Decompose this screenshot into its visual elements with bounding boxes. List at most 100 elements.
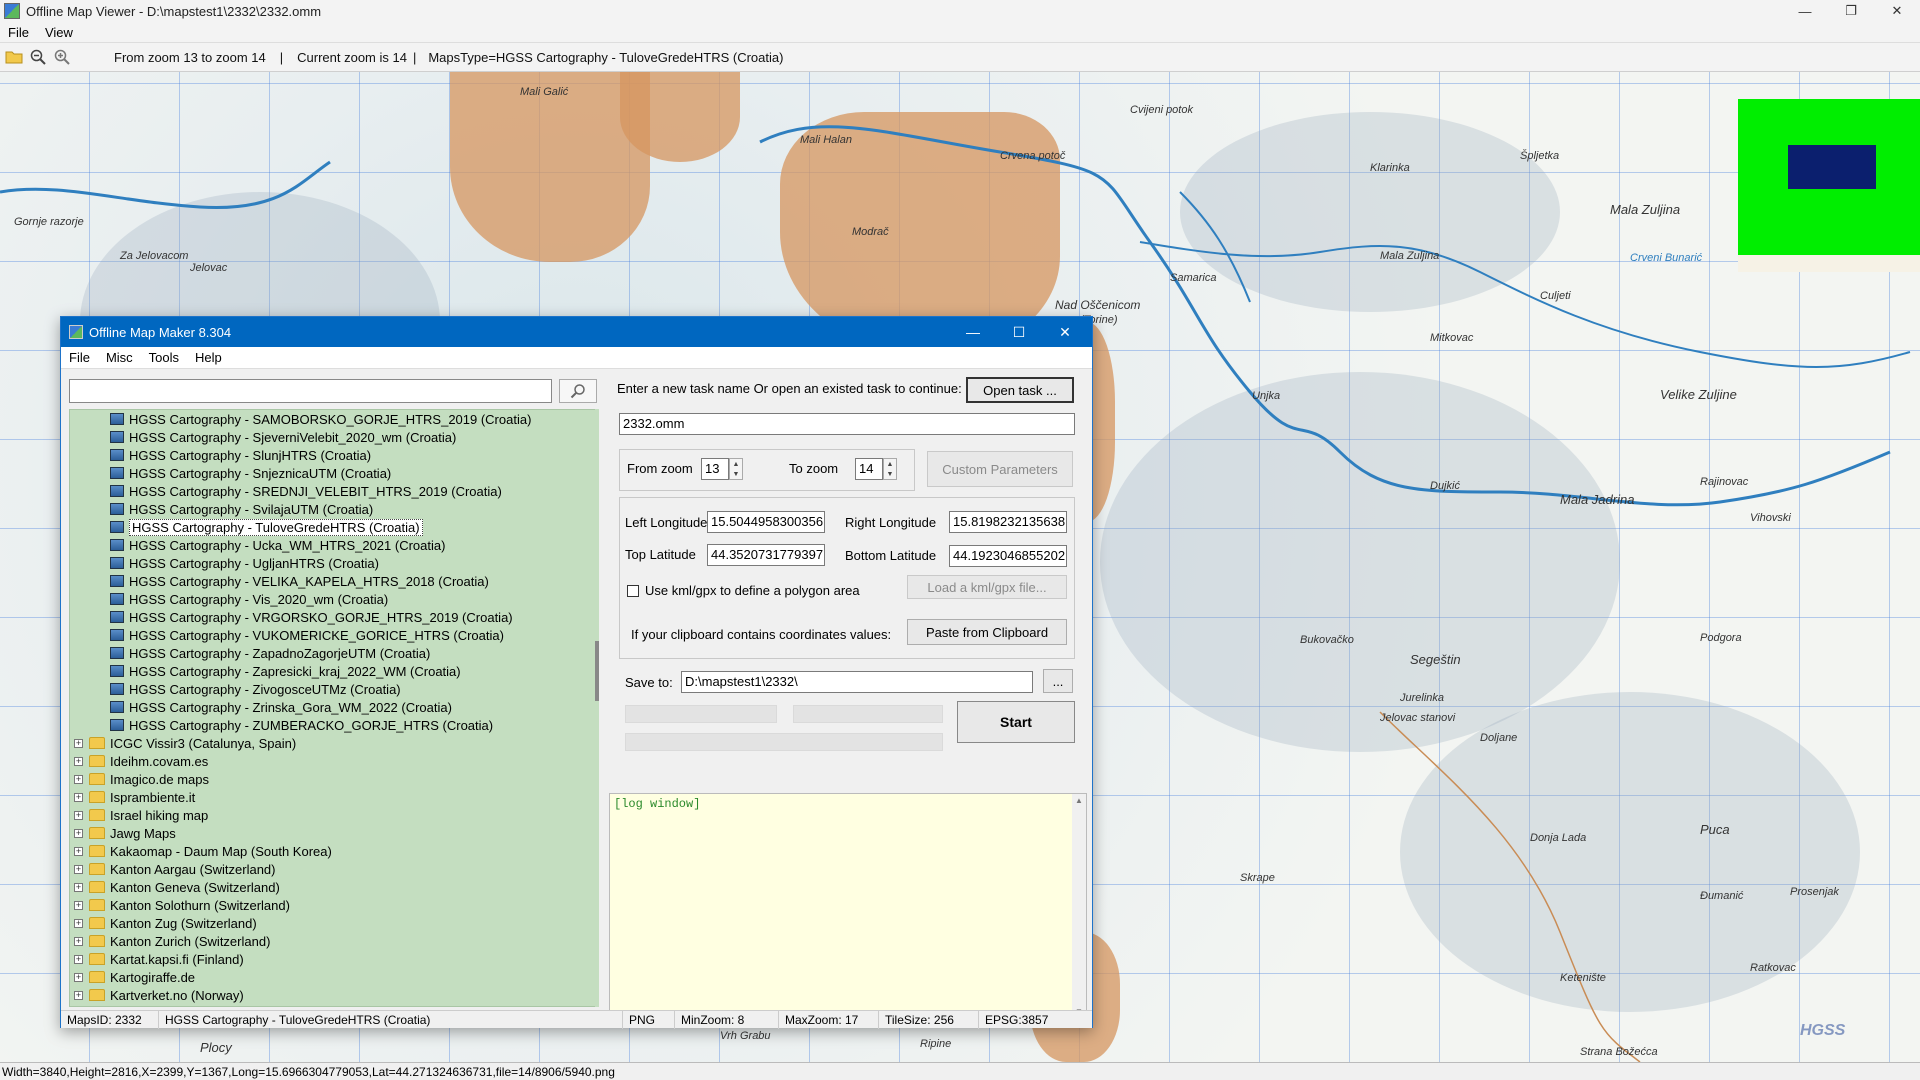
overview-minimap[interactable]: [1738, 99, 1920, 255]
tree-map-item[interactable]: HGSS Cartography - SlunjHTRS (Croatia): [70, 446, 598, 464]
left-longitude-input[interactable]: 15.5044958300356: [707, 511, 825, 533]
maximize-button[interactable]: ❐: [1828, 0, 1874, 22]
zoom-out-icon[interactable]: [28, 47, 48, 67]
tree-group-item[interactable]: + Kanton Geneva (Switzerland): [70, 878, 598, 896]
tree-scroll-thumb[interactable]: [595, 641, 599, 701]
to-zoom-input[interactable]: 14: [855, 458, 883, 480]
expand-icon[interactable]: +: [74, 756, 83, 766]
expand-icon[interactable]: +: [74, 954, 83, 964]
tree-map-item[interactable]: HGSS Cartography - SREDNJI_VELEBIT_HTRS_…: [70, 482, 598, 500]
dialog-menu-help[interactable]: Help: [187, 350, 230, 365]
dialog-close-button[interactable]: ✕: [1042, 317, 1088, 347]
minimize-button[interactable]: —: [1782, 0, 1828, 22]
expand-icon[interactable]: +: [74, 810, 83, 820]
from-zoom-spinner[interactable]: ▲ ▼: [729, 458, 743, 480]
tree-map-item[interactable]: HGSS Cartography - ZapadnoZagorjeUTM (Cr…: [70, 644, 598, 662]
expand-icon[interactable]: +: [74, 882, 83, 892]
expand-icon[interactable]: +: [74, 864, 83, 874]
tree-group-item[interactable]: + ICGC Vissir3 (Catalunya, Spain): [70, 734, 598, 752]
scroll-up-icon[interactable]: ▲: [1075, 796, 1083, 805]
tree-map-item[interactable]: HGSS Cartography - SjeverniVelebit_2020_…: [70, 428, 598, 446]
expand-icon[interactable]: +: [74, 792, 83, 802]
tree-map-item[interactable]: HGSS Cartography - TuloveGredeHTRS (Croa…: [70, 518, 598, 536]
log-window[interactable]: [log window] ▲▼: [609, 793, 1087, 1019]
tree-group-item[interactable]: + Kanton Aargau (Switzerland): [70, 860, 598, 878]
tree-group-item[interactable]: + Kartverket.no (Norway): [70, 986, 598, 1004]
close-button[interactable]: ✕: [1874, 0, 1920, 22]
map-label: Mala Zuljina: [1610, 202, 1681, 217]
search-button[interactable]: [559, 379, 597, 403]
tree-map-item[interactable]: HGSS Cartography - VRGORSKO_GORJE_HTRS_2…: [70, 608, 598, 626]
right-longitude-input[interactable]: 15.8198232135638: [949, 511, 1067, 533]
start-button[interactable]: Start: [957, 701, 1075, 743]
expand-icon[interactable]: +: [74, 828, 83, 838]
maps-tree[interactable]: HGSS Cartography - SAMOBORSKO_GORJE_HTRS…: [69, 409, 599, 1007]
kml-polygon-checkbox[interactable]: [627, 585, 639, 597]
expand-icon[interactable]: +: [74, 972, 83, 982]
open-task-button[interactable]: Open task ...: [966, 377, 1074, 403]
open-folder-icon[interactable]: [4, 47, 24, 67]
map-layer-icon: [110, 467, 124, 479]
tree-group-item[interactable]: + Ideihm.covam.es: [70, 752, 598, 770]
tree-item-label: HGSS Cartography - SlunjHTRS (Croatia): [129, 447, 372, 463]
save-path-input[interactable]: D:\mapstest1\2332\: [681, 671, 1033, 693]
tree-map-item[interactable]: HGSS Cartography - SvilajaUTM (Croatia): [70, 500, 598, 518]
menu-view[interactable]: View: [37, 25, 81, 40]
expand-icon[interactable]: +: [74, 774, 83, 784]
tree-scrollbar[interactable]: [595, 409, 599, 1007]
menu-file[interactable]: File: [0, 25, 37, 40]
dialog-maximize-button[interactable]: ☐: [996, 317, 1042, 347]
tree-map-item[interactable]: HGSS Cartography - VUKOMERICKE_GORICE_HT…: [70, 626, 598, 644]
tree-map-item[interactable]: HGSS Cartography - ZUMBERACKO_GORJE_HTRS…: [70, 716, 598, 734]
top-latitude-input[interactable]: 44.3520731779397: [707, 544, 825, 566]
dialog-menu-file[interactable]: File: [61, 350, 98, 365]
dialog-menu-tools[interactable]: Tools: [141, 350, 187, 365]
dialog-minimize-button[interactable]: —: [950, 317, 996, 347]
status-min-zoom: MinZoom: 8: [675, 1010, 779, 1029]
tree-group-item[interactable]: + Jawg Maps: [70, 824, 598, 842]
browse-button[interactable]: ...: [1043, 669, 1073, 693]
tree-map-item[interactable]: HGSS Cartography - SnjeznicaUTM (Croatia…: [70, 464, 598, 482]
tree-group-item[interactable]: + Isprambiente.it: [70, 788, 598, 806]
tree-group-item[interactable]: + Kanton Solothurn (Switzerland): [70, 896, 598, 914]
from-zoom-input[interactable]: 13: [701, 458, 729, 480]
load-kml-button[interactable]: Load a kml/gpx file...: [907, 575, 1067, 599]
tree-map-item[interactable]: HGSS Cartography - VELIKA_KAPELA_HTRS_20…: [70, 572, 598, 590]
tree-map-item[interactable]: HGSS Cartography - UgljanHTRS (Croatia): [70, 554, 598, 572]
paste-clipboard-button[interactable]: Paste from Clipboard: [907, 619, 1067, 645]
tree-group-item[interactable]: + Kartat.kapsi.fi (Finland): [70, 950, 598, 968]
map-label: Nad Oščenicom: [1055, 298, 1141, 312]
tree-group-item[interactable]: + Kakaomap - Daum Map (South Korea): [70, 842, 598, 860]
expand-icon[interactable]: +: [74, 918, 83, 928]
expand-icon[interactable]: +: [74, 900, 83, 910]
tree-group-item[interactable]: + Kartogiraffe.de: [70, 968, 598, 986]
expand-icon[interactable]: +: [74, 846, 83, 856]
progress-bar-total: [625, 733, 943, 751]
tree-map-item[interactable]: HGSS Cartography - Ucka_WM_HTRS_2021 (Cr…: [70, 536, 598, 554]
save-to-label: Save to:: [625, 675, 673, 690]
overview-viewport[interactable]: [1788, 145, 1876, 189]
tree-group-item[interactable]: + Israel hiking map: [70, 806, 598, 824]
tree-group-item[interactable]: + Kanton Zurich (Switzerland): [70, 932, 598, 950]
map-label: Đumanić: [1700, 890, 1744, 902]
dialog-menu-misc[interactable]: Misc: [98, 350, 141, 365]
to-zoom-spinner[interactable]: ▲ ▼: [883, 458, 897, 480]
task-name-input[interactable]: 2332.omm: [619, 413, 1075, 435]
log-scrollbar[interactable]: ▲▼: [1072, 794, 1086, 1018]
zoom-in-icon[interactable]: [52, 47, 72, 67]
tree-map-item[interactable]: HGSS Cartography - SAMOBORSKO_GORJE_HTRS…: [70, 410, 598, 428]
expand-icon[interactable]: +: [74, 738, 83, 748]
map-layer-icon: [110, 449, 124, 461]
search-input[interactable]: [69, 379, 552, 403]
tree-group-item[interactable]: + Imagico.de maps: [70, 770, 598, 788]
expand-icon[interactable]: +: [74, 936, 83, 946]
tree-map-item[interactable]: HGSS Cartography - ZivogosceUTMz (Croati…: [70, 680, 598, 698]
tree-group-item[interactable]: + Kanton Zug (Switzerland): [70, 914, 598, 932]
custom-parameters-button[interactable]: Custom Parameters: [927, 451, 1073, 487]
tree-map-item[interactable]: HGSS Cartography - Vis_2020_wm (Croatia): [70, 590, 598, 608]
tree-map-item[interactable]: HGSS Cartography - Zrinska_Gora_WM_2022 …: [70, 698, 598, 716]
expand-icon[interactable]: +: [74, 990, 83, 1000]
folder-icon: [89, 881, 105, 893]
bottom-latitude-input[interactable]: 44.1923046855202: [949, 545, 1067, 567]
tree-map-item[interactable]: HGSS Cartography - Zapresicki_kraj_2022_…: [70, 662, 598, 680]
